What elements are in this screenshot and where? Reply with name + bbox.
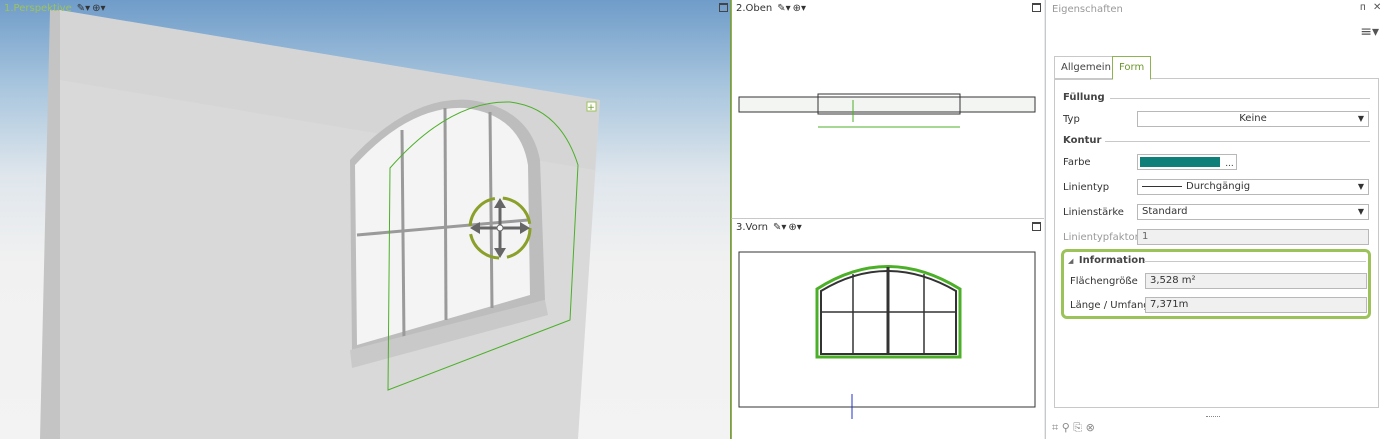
clear-icon[interactable]: ⊗ xyxy=(1086,421,1095,434)
color-more-button[interactable]: ... xyxy=(1225,159,1234,169)
section-divider xyxy=(1105,141,1370,142)
line-preview xyxy=(1142,185,1182,187)
brush-icon[interactable]: ⚲ xyxy=(1062,421,1070,434)
tab-content: Füllung Typ Keine ▼ Kontur Farbe ... Lini… xyxy=(1054,78,1379,408)
close-icon[interactable]: ✕ xyxy=(1373,2,1381,13)
panel-title: Eigenschaften xyxy=(1052,4,1123,15)
linefactor-value: 1 xyxy=(1142,231,1149,242)
tab-form[interactable]: Form xyxy=(1112,56,1152,80)
linefactor-field: 1 xyxy=(1137,229,1369,245)
resize-grip[interactable] xyxy=(1206,416,1220,419)
dropdown-arrow-icon: ▼ xyxy=(1357,182,1364,191)
area-value: 3,528 m² xyxy=(1150,275,1196,286)
information-title: Information xyxy=(1078,255,1146,266)
section-fill: Füllung xyxy=(1063,92,1105,103)
linewidth-label: Linienstärke xyxy=(1063,207,1124,218)
section-divider xyxy=(1110,98,1370,99)
copy-icon[interactable]: ⎘ xyxy=(1073,421,1082,434)
section-divider xyxy=(1144,261,1366,262)
maximize-icon[interactable] xyxy=(719,3,728,12)
viewport-name: 1.Perspektive xyxy=(4,3,72,14)
tab-allgemein[interactable]: Allgemein xyxy=(1054,56,1118,80)
panel-toolbar: ⌗ ⚲ ⎘ ⊗ xyxy=(1052,421,1095,435)
linewidth-value: Standard xyxy=(1142,206,1188,217)
length-field: 7,371m xyxy=(1145,297,1367,313)
pin-icon[interactable]: ᴨ xyxy=(1360,2,1366,13)
color-picker[interactable]: ... xyxy=(1137,154,1237,170)
svg-text:+: + xyxy=(587,103,595,113)
area-label: Flächengröße xyxy=(1070,276,1138,287)
menu-icon[interactable]: ≡▾ xyxy=(1360,24,1379,40)
color-label: Farbe xyxy=(1063,157,1091,168)
collapse-triangle-icon: ◢ xyxy=(1068,257,1074,265)
length-label: Länge / Umfang xyxy=(1070,300,1150,311)
viewport-top[interactable]: 2.Oben ✎▾ ⊕▾ xyxy=(731,0,1044,219)
dropdown-arrow-icon: ▼ xyxy=(1357,114,1364,123)
type-value: Keine xyxy=(1239,113,1267,124)
front-view-drawing xyxy=(738,251,1036,419)
dropdown-arrow-icon: ▼ xyxy=(1357,207,1364,216)
move-gizmo[interactable] xyxy=(468,196,532,260)
properties-panel: Eigenschaften ᴨ ✕ ≡▾ Allgemein Form Füll… xyxy=(1045,0,1386,439)
select-icon[interactable]: ⌗ xyxy=(1052,421,1058,434)
section-information[interactable]: ◢ Information xyxy=(1068,255,1145,266)
type-label: Typ xyxy=(1063,114,1080,125)
linewidth-select[interactable]: Standard ▼ xyxy=(1137,204,1369,220)
length-value: 7,371m xyxy=(1150,299,1189,310)
top-view-drawing xyxy=(738,93,1036,128)
color-swatch xyxy=(1140,157,1220,167)
target-icon[interactable]: ⊕▾ xyxy=(92,3,105,14)
section-contour: Kontur xyxy=(1063,135,1102,146)
viewport-front[interactable]: 3.Vorn ✎▾ ⊕▾ xyxy=(731,219,1044,439)
linefactor-label: Linientypfaktor xyxy=(1063,232,1139,243)
perspective-scene: + xyxy=(40,10,600,439)
linetype-label: Linientyp xyxy=(1063,182,1110,193)
pen-icon[interactable]: ✎▾ xyxy=(77,3,90,14)
type-select[interactable]: Keine ▼ xyxy=(1137,111,1369,127)
information-group: ◢ Information Flächengröße 3,528 m² Läng… xyxy=(1061,249,1371,319)
area-field: 3,528 m² xyxy=(1145,273,1367,289)
linetype-select[interactable]: Durchgängig ▼ xyxy=(1137,179,1369,195)
viewport-label[interactable]: 1.Perspektive ✎▾ ⊕▾ xyxy=(4,3,106,14)
viewport-perspective[interactable]: + 1.Perspektive ✎▾ ⊕▾ xyxy=(0,0,731,439)
linetype-value: Durchgängig xyxy=(1186,181,1251,192)
